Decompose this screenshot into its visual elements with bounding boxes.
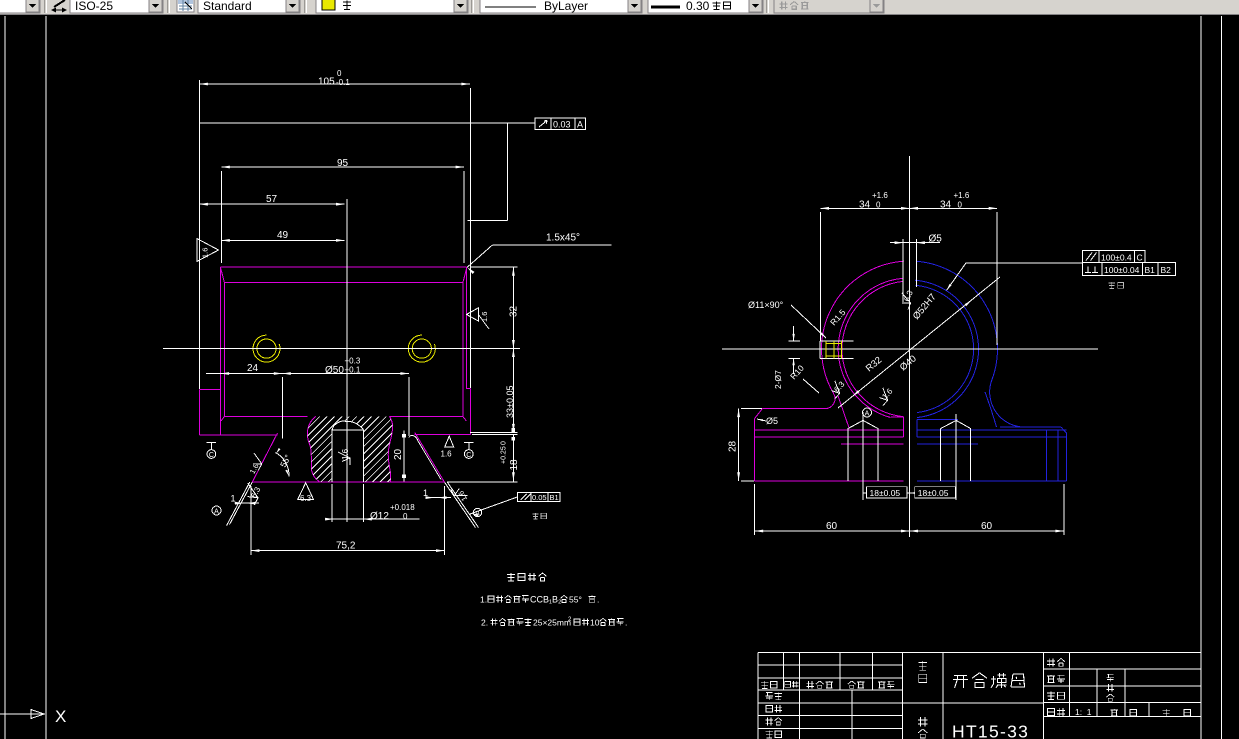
- svg-text:49: 49: [277, 230, 289, 241]
- svg-text:+0.1: +0.1: [345, 366, 361, 375]
- svg-text:0.30: 0.30: [686, 0, 710, 13]
- svg-text:33±0.05: 33±0.05: [505, 386, 515, 418]
- svg-text:1.5x45°: 1.5x45°: [546, 233, 580, 244]
- svg-text:2.: 2.: [481, 618, 488, 628]
- svg-text:20: 20: [393, 448, 404, 460]
- svg-text:Ø50: Ø50: [325, 365, 344, 376]
- svg-text:+1.6: +1.6: [954, 191, 970, 200]
- svg-text:105: 105: [318, 77, 335, 88]
- svg-text:B1: B1: [1145, 265, 1156, 275]
- svg-text:55°: 55°: [569, 595, 582, 605]
- svg-text:B: B: [475, 510, 479, 517]
- svg-text:6.3: 6.3: [300, 494, 312, 503]
- svg-text:A: A: [214, 509, 219, 516]
- svg-text:Ø12: Ø12: [370, 511, 389, 522]
- svg-text:+0.25: +0.25: [501, 446, 508, 464]
- svg-text:0: 0: [403, 512, 408, 521]
- svg-text:B1: B1: [550, 493, 559, 502]
- svg-text:ISO-25: ISO-25: [75, 0, 113, 13]
- svg-text:0.05: 0.05: [532, 493, 547, 502]
- svg-text:Ø5: Ø5: [766, 416, 778, 426]
- svg-text:CCB₁B₂: CCB₁B₂: [530, 595, 562, 605]
- svg-text:C: C: [466, 452, 471, 459]
- svg-text:75,2: 75,2: [336, 541, 356, 552]
- svg-text:32: 32: [509, 305, 520, 317]
- svg-text:1.: 1.: [480, 595, 487, 605]
- svg-text:ByLayer: ByLayer: [544, 0, 588, 13]
- svg-text:60: 60: [826, 521, 838, 532]
- svg-text:X: X: [55, 707, 66, 726]
- svg-text:C: C: [209, 452, 214, 459]
- svg-text:1: 1: [423, 488, 428, 498]
- svg-text:18±0.05: 18±0.05: [918, 488, 949, 498]
- svg-text:100±0.04: 100±0.04: [1104, 265, 1140, 275]
- svg-text:B2: B2: [1161, 265, 1172, 275]
- svg-text:1.6: 1.6: [201, 248, 210, 258]
- svg-text:1.6: 1.6: [480, 312, 489, 322]
- svg-text:18±0.05: 18±0.05: [870, 488, 901, 498]
- svg-text:57: 57: [266, 194, 278, 205]
- svg-text:1.6: 1.6: [341, 448, 350, 460]
- svg-text:0: 0: [501, 441, 508, 445]
- svg-text:100±0.4: 100±0.4: [1101, 252, 1132, 262]
- svg-text:0.03: 0.03: [553, 120, 571, 130]
- svg-text:2-Ø7: 2-Ø7: [773, 370, 783, 389]
- svg-text:34: 34: [859, 200, 871, 211]
- svg-text:Standard: Standard: [203, 0, 252, 13]
- svg-text:+1.6: +1.6: [872, 191, 888, 200]
- svg-text:C: C: [1137, 252, 1143, 262]
- svg-text:Ø11×90°: Ø11×90°: [748, 300, 784, 310]
- svg-text:+0.018: +0.018: [390, 503, 415, 512]
- svg-text:34: 34: [940, 200, 952, 211]
- svg-text:28: 28: [728, 440, 739, 452]
- svg-text:24: 24: [247, 363, 259, 374]
- svg-text:.: .: [625, 618, 627, 628]
- svg-text:0: 0: [876, 201, 881, 210]
- svg-text:0: 0: [958, 201, 963, 210]
- svg-text:Ø5: Ø5: [929, 234, 943, 245]
- svg-text:10: 10: [590, 618, 600, 628]
- svg-text:A: A: [577, 120, 583, 130]
- svg-text:1: 1: 1: 1: [1075, 707, 1092, 717]
- svg-text:.: .: [597, 595, 599, 605]
- svg-text:18: 18: [509, 459, 520, 471]
- svg-text:-0.1: -0.1: [336, 78, 350, 87]
- svg-text:1: 1: [231, 494, 236, 504]
- svg-text:1.6: 1.6: [441, 450, 453, 459]
- svg-text:60: 60: [981, 521, 993, 532]
- svg-text:A: A: [865, 411, 870, 418]
- svg-text:95: 95: [337, 158, 349, 169]
- svg-text:0: 0: [337, 69, 342, 78]
- svg-text:+0.3: +0.3: [345, 357, 361, 366]
- svg-text:25×25mm: 25×25mm: [533, 618, 571, 628]
- svg-text:HT15-33: HT15-33: [952, 722, 1029, 739]
